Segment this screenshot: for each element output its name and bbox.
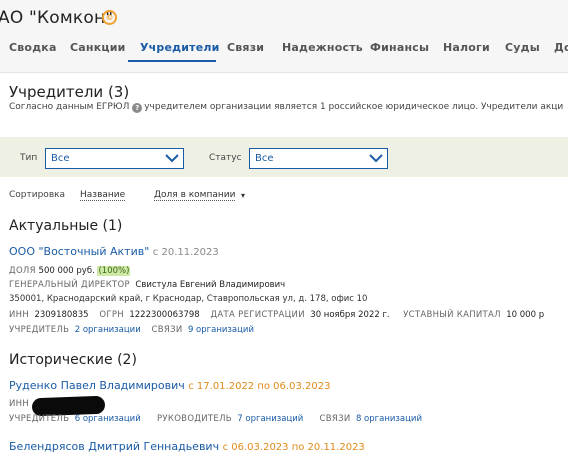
tab-links[interactable]: Связи xyxy=(227,41,264,54)
founder-name-link[interactable]: ООО "Восточный Актив" xyxy=(9,245,149,258)
tab-summary[interactable]: Сводка xyxy=(9,41,57,54)
historic-founder-name-link[interactable]: Руденко Павел Владимирович xyxy=(9,379,185,392)
tab-sanctions[interactable]: Санкции xyxy=(70,41,126,54)
founder-since-date: с 20.11.2023 xyxy=(152,247,219,258)
reg-date-label: ДАТА РЕГИСТРАЦИИ xyxy=(210,310,305,320)
sort-by-name[interactable]: Название xyxy=(80,190,126,201)
reg-date-value: 30 ноября 2022 г. xyxy=(310,310,390,320)
status-filter-label: Статус xyxy=(209,153,242,163)
company-title: АО "Комкон" xyxy=(0,8,114,28)
historic-founder-2-period: с 06.03.2023 по 20.11.2023 xyxy=(222,442,365,453)
historic-founder-entry: Руденко Павел Владимирович с 17.01.2022 … xyxy=(9,379,330,392)
active-tab-indicator xyxy=(128,60,216,62)
historic-links-orgs-link[interactable]: 8 организаций xyxy=(356,414,422,424)
director-label: ГЕНЕРАЛЬНЫЙ ДИРЕКТОР xyxy=(9,280,130,290)
company-status-icon[interactable]: © xyxy=(102,10,117,25)
type-select-value: Все xyxy=(51,153,70,164)
historic-links-label: СВЯЗИ xyxy=(319,414,351,424)
tab-courts[interactable]: Суды xyxy=(505,41,540,54)
share-row: ДОЛЯ 500 000 руб. (100%) xyxy=(9,266,131,276)
help-icon[interactable]: ? xyxy=(132,103,143,113)
sort-by-share[interactable]: Доля в компании xyxy=(154,190,236,201)
page-title: Учредители (3) xyxy=(9,83,130,101)
status-select-value: Все xyxy=(255,153,274,164)
chevron-down-icon xyxy=(165,154,179,163)
historic-relations-row: УЧРЕДИТЕЛЬ 6 организаций РУКОВОДИТЕЛЬ 7 … xyxy=(9,414,422,424)
historic-founder-orgs-link[interactable]: 6 организаций xyxy=(75,414,141,424)
share-value: 500 000 руб. xyxy=(38,266,95,276)
tab-founders[interactable]: Учредители xyxy=(140,41,220,54)
requisites-row: ИНН 2309180835 ОГРН 1222300063798 ДАТА Р… xyxy=(9,310,544,320)
share-label: ДОЛЯ xyxy=(9,266,36,276)
chevron-down-icon xyxy=(369,154,383,163)
relations-row: УЧРЕДИТЕЛЬ 2 организации СВЯЗИ 9 организ… xyxy=(9,325,254,335)
historic-head-orgs-link[interactable]: 7 организаций xyxy=(237,414,303,424)
ogrn-label: ОГРН xyxy=(99,310,124,320)
director-value: Свистула Евгений Владимирович xyxy=(135,280,286,290)
founder-orgs-link[interactable]: 2 организации xyxy=(75,325,141,335)
sort-arrow-icon[interactable]: ▾ xyxy=(241,191,245,200)
historic-founder-2-name-link[interactable]: Белендрясов Дмитрий Геннадьевич xyxy=(9,440,219,453)
description-text-b: учредителем организации является 1 росси… xyxy=(144,102,564,112)
tab-reliability[interactable]: Надежность xyxy=(282,41,363,54)
type-select[interactable]: Все xyxy=(45,148,184,169)
tab-taxes[interactable]: Налоги xyxy=(443,41,490,54)
tab-more[interactable]: До xyxy=(554,41,568,54)
type-filter-label: Тип xyxy=(20,153,38,163)
actual-founders-heading: Актуальные (1) xyxy=(9,218,123,234)
historic-founder-label: УЧРЕДИТЕЛЬ xyxy=(9,414,70,424)
address-row: 350001, Краснодарский край, г Краснодар,… xyxy=(9,294,368,304)
inn-label: ИНН xyxy=(9,310,30,320)
filter-bar: Тип Все Статус Все xyxy=(0,137,568,177)
director-row: ГЕНЕРАЛЬНЫЙ ДИРЕКТОР Свистула Евгений Вл… xyxy=(9,280,285,290)
historic-founder-entry-2: Белендрясов Дмитрий Геннадьевич с 06.03.… xyxy=(9,440,365,453)
ogrn-value: 1222300063798 xyxy=(129,310,200,320)
capital-label: УСТАВНЫЙ КАПИТАЛ xyxy=(403,310,501,320)
tab-finances[interactable]: Финансы xyxy=(370,41,429,54)
actual-founder-entry: ООО "Восточный Актив" с 20.11.2023 xyxy=(9,245,219,258)
capital-value: 10 000 р xyxy=(506,310,545,320)
historic-inn-label: ИНН xyxy=(9,399,30,409)
description-text-a: Согласно данным ЕГРЮЛ xyxy=(9,102,130,112)
links-label: СВЯЗИ xyxy=(151,325,183,335)
founder-label: УЧРЕДИТЕЛЬ xyxy=(9,325,70,335)
sort-label: Сортировка xyxy=(9,190,66,200)
status-select[interactable]: Все xyxy=(249,148,388,169)
links-orgs-link[interactable]: 9 организаций xyxy=(188,325,254,335)
historic-head-label: РУКОВОДИТЕЛЬ xyxy=(156,414,232,424)
share-percent-badge: (100%) xyxy=(97,266,131,276)
historic-founders-heading: Исторические (2) xyxy=(9,352,137,368)
inn-value: 2309180835 xyxy=(34,310,89,320)
historic-founder-period: с 17.01.2022 по 06.03.2023 xyxy=(188,381,331,392)
founders-description: Согласно данным ЕГРЮЛ ? учредителем орган… xyxy=(9,102,563,113)
